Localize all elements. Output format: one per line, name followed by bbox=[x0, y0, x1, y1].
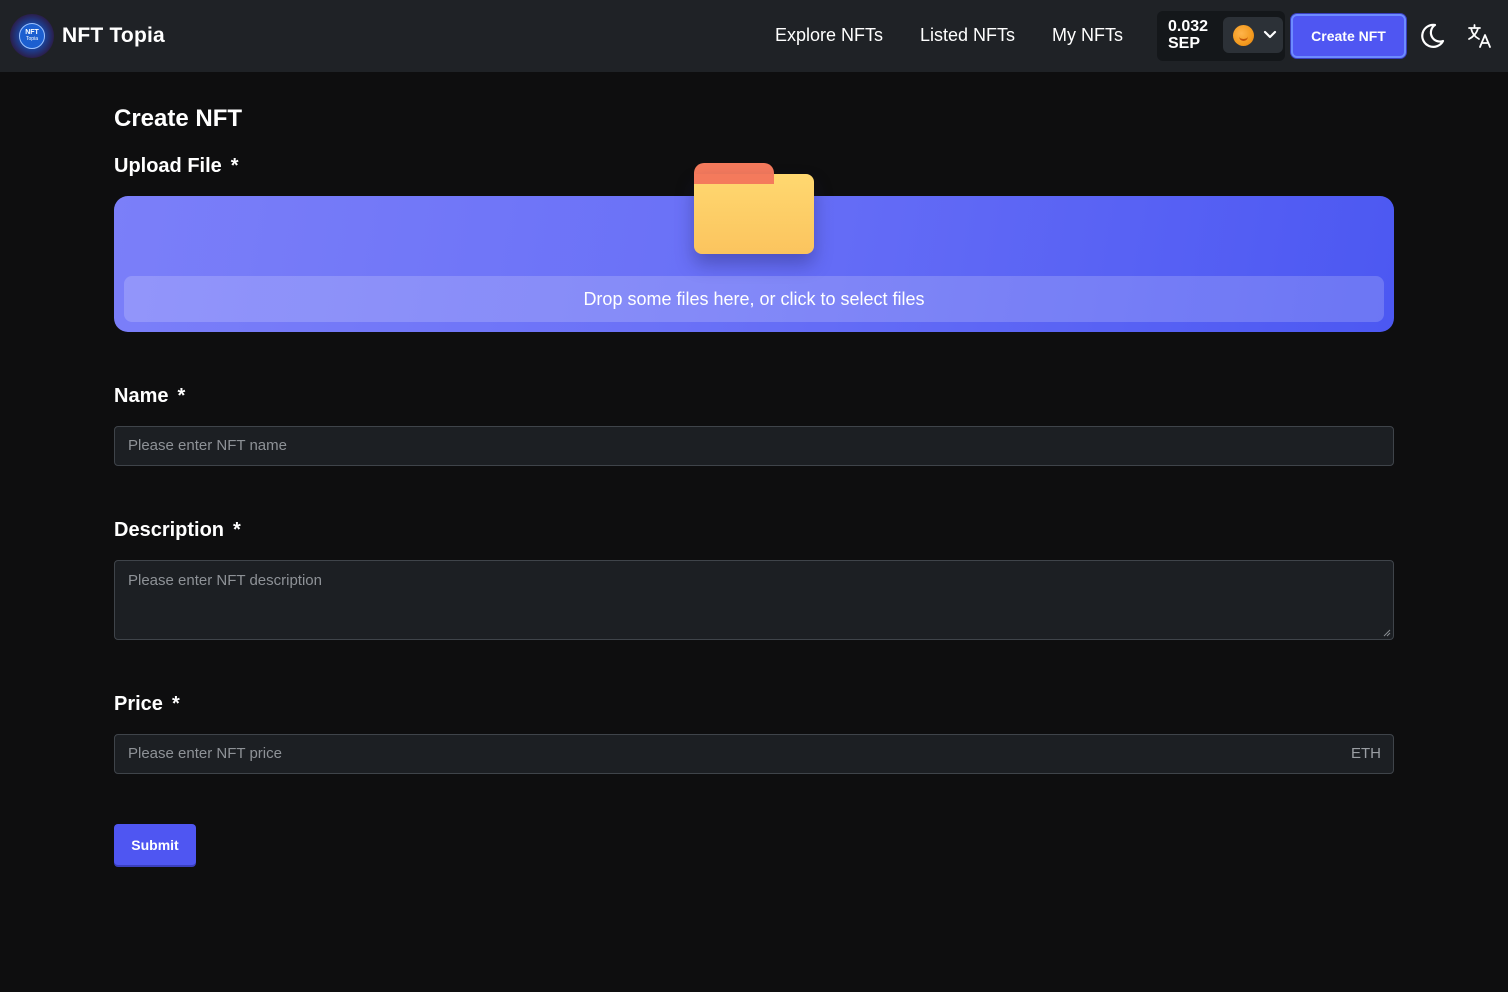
folder-icon bbox=[694, 163, 814, 254]
wallet-widget: 0.032 SEP bbox=[1157, 11, 1285, 61]
name-placeholder: Please enter NFT name bbox=[128, 437, 287, 454]
chevron-down-icon bbox=[1263, 30, 1277, 39]
name-label: Name * bbox=[114, 385, 186, 407]
submit-button[interactable]: Submit bbox=[114, 824, 196, 865]
nav-listed-nfts[interactable]: Listed NFTs bbox=[920, 25, 1015, 46]
nav-my-nfts[interactable]: My NFTs bbox=[1052, 25, 1123, 46]
description-placeholder: Please enter NFT description bbox=[128, 572, 322, 589]
page-title: Create NFT bbox=[114, 105, 243, 132]
required-mark: * bbox=[230, 155, 239, 177]
translate-icon[interactable] bbox=[1467, 23, 1493, 49]
brand-name[interactable]: NFT Topia bbox=[62, 24, 165, 48]
logo-text-bottom: Topia bbox=[26, 36, 38, 42]
price-placeholder: Please enter NFT price bbox=[128, 745, 282, 762]
logo-icon: NFT Topia bbox=[10, 14, 54, 58]
required-mark: * bbox=[171, 693, 180, 715]
description-label: Description * bbox=[114, 519, 241, 541]
price-label: Price * bbox=[114, 693, 180, 715]
required-mark: * bbox=[177, 385, 186, 407]
wallet-balance: 0.032 SEP bbox=[1168, 18, 1208, 52]
logo[interactable]: NFT Topia bbox=[10, 14, 54, 58]
upload-file-label: Upload File * bbox=[114, 155, 239, 177]
create-nft-button[interactable]: Create NFT bbox=[1291, 14, 1406, 58]
nft-description-textarea[interactable]: Please enter NFT description bbox=[114, 560, 1394, 640]
nav-explore-nfts[interactable]: Explore NFTs bbox=[775, 25, 883, 46]
nft-name-input[interactable]: Please enter NFT name bbox=[114, 426, 1394, 466]
top-nav-bar: NFT Topia NFT Topia Explore NFTs Listed … bbox=[0, 0, 1508, 72]
dropzone-text: Drop some files here, or click to select… bbox=[124, 276, 1384, 322]
account-menu-button[interactable] bbox=[1223, 17, 1283, 53]
required-mark: * bbox=[233, 519, 241, 541]
logo-text-top: NFT bbox=[25, 29, 39, 36]
resize-handle-icon[interactable] bbox=[1383, 629, 1391, 637]
balance-amount: 0.032 bbox=[1168, 18, 1209, 35]
moon-icon[interactable] bbox=[1418, 22, 1446, 50]
price-currency-suffix: ETH bbox=[1351, 745, 1381, 762]
avatar bbox=[1233, 25, 1254, 46]
nft-price-input[interactable]: Please enter NFT price ETH bbox=[114, 734, 1394, 774]
balance-unit: SEP bbox=[1168, 35, 1201, 52]
